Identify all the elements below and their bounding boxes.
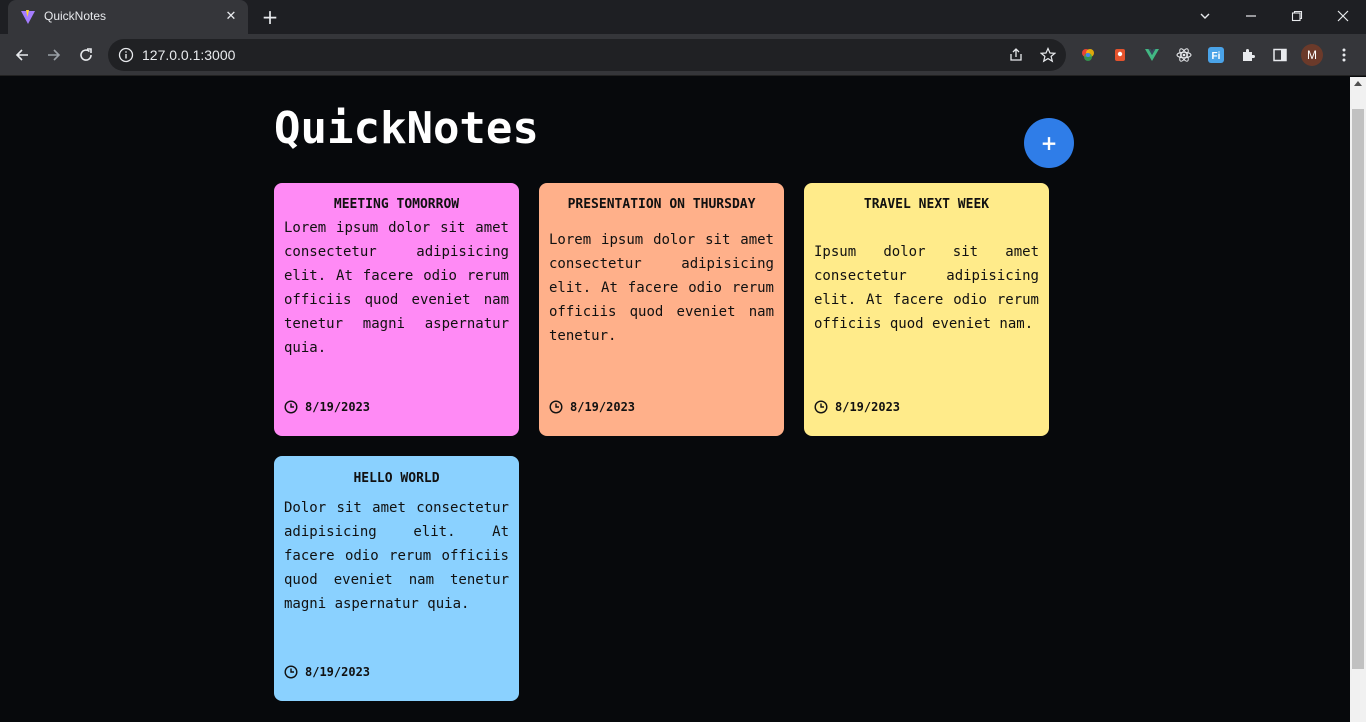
fi-extension-icon[interactable]: Fi — [1206, 45, 1226, 65]
note-title: PRESENTATION ON THURSDAY — [567, 197, 756, 212]
note-card[interactable]: PRESENTATION ON THURSDAY Lorem ipsum dol… — [539, 183, 784, 436]
minimize-icon[interactable] — [1228, 0, 1274, 32]
note-date-text: 8/19/2023 — [835, 400, 901, 414]
note-body: Lorem ipsum dolor sit amet consectetur a… — [284, 220, 509, 356]
close-window-icon[interactable] — [1320, 0, 1366, 32]
clock-icon — [549, 400, 563, 414]
address-bar[interactable]: 127.0.0.1:3000 — [108, 39, 1066, 71]
color-picker-extension-icon[interactable] — [1078, 45, 1098, 65]
tab-search-chevron-icon[interactable] — [1182, 0, 1228, 32]
back-icon[interactable] — [8, 41, 36, 69]
note-date: 8/19/2023 — [549, 400, 635, 414]
extensions-puzzle-icon[interactable] — [1238, 45, 1258, 65]
note-card[interactable]: TRAVEL NEXT WEEK Ipsum dolor sit amet co… — [804, 183, 1049, 436]
clock-icon — [814, 400, 828, 414]
note-body: Ipsum dolor sit amet consectetur adipisi… — [814, 244, 1039, 332]
reload-icon[interactable] — [72, 41, 100, 69]
restore-icon[interactable] — [1274, 0, 1320, 32]
scroll-up-arrow-icon[interactable] — [1354, 81, 1362, 86]
note-date-text: 8/19/2023 — [305, 665, 371, 679]
vertical-scrollbar[interactable] — [1350, 77, 1366, 722]
note-card[interactable]: HELLO WORLD Dolor sit amet consectetur a… — [274, 456, 519, 701]
scroll-thumb[interactable] — [1352, 109, 1364, 669]
note-title: TRAVEL NEXT WEEK — [863, 197, 990, 212]
profile-avatar[interactable]: M — [1301, 44, 1323, 66]
note-date: 8/19/2023 — [284, 400, 370, 414]
note-body: Lorem ipsum dolor sit amet consectetur a… — [549, 232, 774, 344]
share-icon[interactable] — [1006, 45, 1026, 65]
note-title: MEETING TOMORROW — [333, 197, 460, 212]
browser-toolbar: 127.0.0.1:3000 Fi M — [0, 34, 1366, 76]
side-panel-icon[interactable] — [1270, 45, 1290, 65]
note-date-text: 8/19/2023 — [570, 400, 636, 414]
note-date: 8/19/2023 — [814, 400, 900, 414]
browser-menu-icon[interactable] — [1334, 45, 1354, 65]
note-card[interactable]: MEETING TOMORROW Lorem ipsum dolor sit a… — [274, 183, 519, 436]
note-date: 8/19/2023 — [284, 665, 370, 679]
svg-text:Fi: Fi — [1212, 51, 1221, 62]
bookmark-star-icon[interactable] — [1038, 45, 1058, 65]
tab-strip: QuickNotes ✕ + — [0, 0, 1366, 34]
note-body: Dolor sit amet consectetur adipisicing e… — [284, 500, 509, 612]
add-note-button[interactable]: + — [1024, 118, 1074, 168]
page-title: QuickNotes — [274, 103, 539, 154]
tab-title: QuickNotes — [44, 9, 107, 23]
browser-tab[interactable]: QuickNotes ✕ — [8, 0, 248, 34]
vue-devtools-icon[interactable] — [1142, 45, 1162, 65]
clock-icon — [284, 665, 298, 679]
clock-icon — [284, 400, 298, 414]
url-text: 127.0.0.1:3000 — [142, 47, 236, 63]
forward-icon[interactable] — [40, 41, 68, 69]
vite-logo-icon — [21, 10, 35, 24]
tab-close-icon[interactable]: ✕ — [222, 8, 240, 26]
page-viewport: QuickNotes + MEETING TOMORROW Lorem ipsu… — [0, 77, 1350, 722]
site-info-icon[interactable] — [118, 47, 134, 63]
note-date-text: 8/19/2023 — [305, 400, 371, 414]
new-tab-icon[interactable]: + — [259, 6, 281, 28]
fox-extension-icon[interactable] — [1110, 45, 1130, 65]
react-devtools-icon[interactable] — [1174, 45, 1194, 65]
note-title: HELLO WORLD — [353, 471, 440, 486]
